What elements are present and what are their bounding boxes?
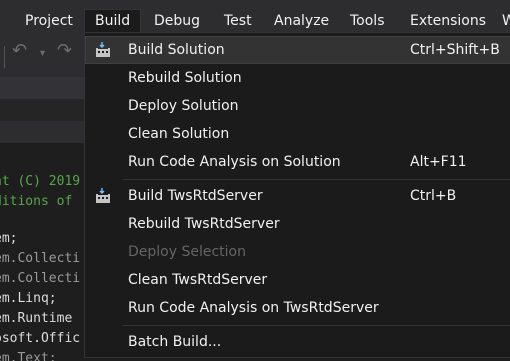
menu-item-label: Run Code Analysis on Solution [128,154,341,170]
menu-item-label: Build TwsRtdServer [128,188,263,204]
menu-item-label: Batch Build... [128,334,222,350]
menu-item-label: Deploy Solution [128,98,239,114]
code-line: ht (C) 2019 [0,174,81,189]
menu-item-label: Clean Solution [128,126,230,142]
toolbar-separator [4,46,5,68]
menu-item-run-code-analysis-solution[interactable]: Run Code Analysis on Solution Alt+F11 [85,148,510,176]
code-line: osoft.Offic [0,331,81,346]
navigation-bar [0,99,84,121]
code-line: em.Runtime [0,311,73,326]
menu-build[interactable]: Build [84,9,142,33]
undo-icon[interactable]: ↶ [12,40,27,61]
menu-project[interactable]: Project [25,10,73,32]
menu-item-deploy-solution[interactable]: Deploy Solution [85,92,510,120]
menu-test[interactable]: Test [224,10,252,32]
menu-item-build-solution[interactable]: Build Solution Ctrl+Shift+B [85,36,510,64]
menu-item-batch-build[interactable]: Batch Build... [85,328,510,356]
menu-extensions[interactable]: Extensions [410,10,486,32]
build-solution-icon [96,42,110,57]
redo-icon[interactable]: ↷ [57,40,72,61]
code-line: em.Text; [0,351,57,361]
menu-window[interactable]: W [502,10,510,32]
menu-separator [123,325,510,326]
code-editor[interactable]: ht (C) 2019 ditions of em; em.Collecti e… [0,143,84,361]
tab-strip [0,77,84,99]
menu-item-label: Deploy Selection [128,244,246,260]
menu-item-build-project[interactable]: Build TwsRtdServer Ctrl+B [85,182,510,210]
menu-item-label: Run Code Analysis on TwsRtdServer [128,300,379,316]
menu-analyze[interactable]: Analyze [274,10,329,32]
menu-item-shortcut: Alt+F11 [410,154,467,170]
menu-tools[interactable]: Tools [350,10,385,32]
menu-separator [123,179,510,180]
code-line: em; [0,231,18,246]
menu-item-clean-project[interactable]: Clean TwsRtdServer [85,266,510,294]
code-line: em.Collecti [0,271,81,286]
code-line: em.Linq; [0,291,57,306]
menu-item-shortcut: Ctrl+Shift+B [410,42,500,58]
menu-item-rebuild-solution[interactable]: Rebuild Solution [85,64,510,92]
navigation-bar-secondary [0,121,84,143]
menu-debug[interactable]: Debug [154,10,200,32]
menu-item-label: Clean TwsRtdServer [128,272,268,288]
menu-item-label: Build Solution [128,42,225,58]
menu-item-run-code-analysis-project[interactable]: Run Code Analysis on TwsRtdServer [85,294,510,322]
menu-item-label: Rebuild Solution [128,70,242,86]
menu-item-shortcut: Ctrl+B [410,188,457,204]
menu-item-clean-solution[interactable]: Clean Solution [85,120,510,148]
menu-item-deploy-selection: Deploy Selection [85,238,510,266]
build-project-icon [96,188,110,203]
build-menu-dropdown: Build Solution Ctrl+Shift+B Rebuild Solu… [84,32,510,358]
code-line: em.Collecti [0,251,81,266]
code-line: ditions of [0,194,73,209]
menu-item-rebuild-project[interactable]: Rebuild TwsRtdServer [85,210,510,238]
menu-item-label: Rebuild TwsRtdServer [128,216,280,232]
undo-dropdown-icon[interactable]: ▾ [40,48,45,59]
